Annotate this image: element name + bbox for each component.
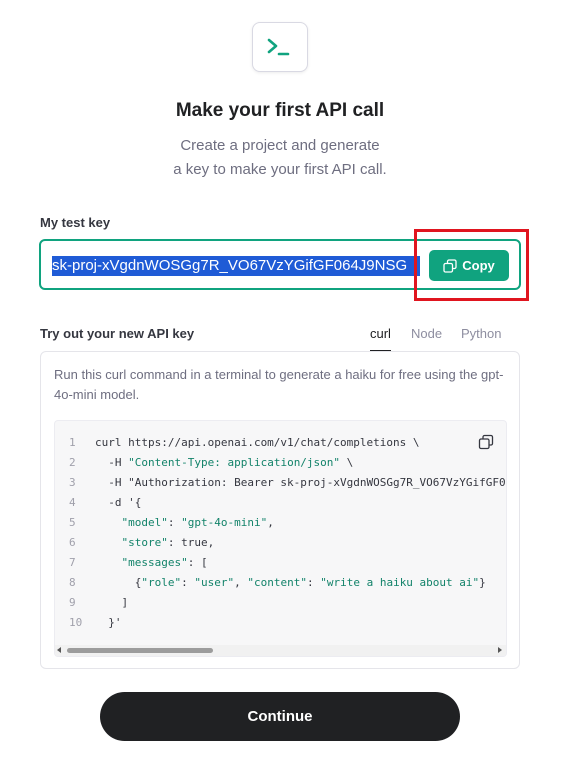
line-number: 4 [69,496,76,509]
subtitle-line-1: Create a project and generate [180,137,380,154]
code-text: -H "Authorization: Bearer sk-proj-xVgdnW… [95,476,507,489]
tab-curl[interactable]: curl [370,326,391,351]
line-number: 2 [69,456,76,469]
code-text: ] [95,596,129,609]
copy-icon[interactable] [478,434,494,450]
test-key-label: My test key [40,215,111,230]
tab-python[interactable]: Python [461,326,501,351]
continue-button[interactable]: Continue [100,692,460,741]
line-number: 10 [69,616,83,629]
tab-node[interactable]: Node [411,326,442,351]
scrollbar-thumb[interactable] [67,648,213,653]
tryout-description: Run this curl command in a terminal to g… [54,367,504,402]
page-subtitle: Create a project and generate a key to m… [0,134,560,182]
code-text: "store": true, [121,536,215,549]
line-number: 5 [69,516,76,529]
scroll-right-arrow-icon[interactable] [498,647,502,653]
terminal-prompt-icon [267,38,290,56]
copy-key-button[interactable]: Copy [429,250,509,281]
copy-key-label: Copy [462,258,495,273]
code-text: -H "Content-Type: application/json" \ [95,456,354,469]
horizontal-scrollbar[interactable] [55,645,506,656]
code-text: "model": "gpt-4o-mini", [121,516,274,529]
code-text: }' [95,616,122,629]
test-key-value[interactable]: sk-proj-xVgdnWOSGg7R_VO67VzYGifGF064J9NS… [52,256,420,276]
line-number: 9 [69,596,76,609]
code-block[interactable]: 1 curl https://api.openai.com/v1/chat/com… [54,420,507,657]
line-number: 3 [69,476,76,489]
test-key-field[interactable]: sk-proj-xVgdnWOSGg7R_VO67VzYGifGF064J9NS… [39,239,521,290]
terminal-icon [252,22,308,72]
scroll-left-arrow-icon[interactable] [57,647,61,653]
page-title: Make your first API call [175,100,385,121]
code-text: curl https://api.openai.com/v1/chat/comp… [95,436,420,449]
code-text: -d '{ [95,496,142,509]
code-panel: Run this curl command in a terminal to g… [40,351,520,669]
line-number: 6 [69,536,76,549]
line-number: 1 [69,436,76,449]
line-number: 8 [69,576,76,589]
code-text: {"role": "user", "content": "write a hai… [95,576,486,589]
copy-icon [443,258,457,273]
code-text: "messages": [ [121,556,208,569]
line-number: 7 [69,556,76,569]
subtitle-line-2: a key to make your first API call. [173,161,387,178]
tryout-label: Try out your new API key [40,326,195,341]
